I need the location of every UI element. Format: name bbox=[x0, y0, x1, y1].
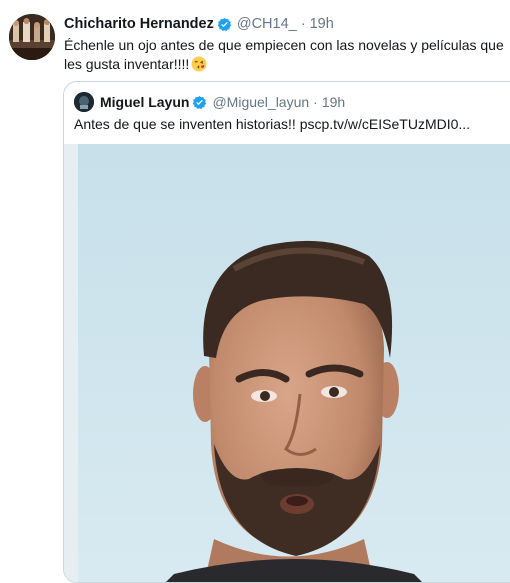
verified-badge-icon bbox=[217, 17, 232, 32]
verified-badge-icon bbox=[192, 95, 207, 110]
quoted-author-avatar[interactable] bbox=[74, 92, 94, 112]
quoted-tweet-text: Antes de que se inventen historias!! psc… bbox=[74, 116, 471, 132]
video-player[interactable] bbox=[64, 144, 510, 582]
author-name[interactable]: Chicharito Hernandez bbox=[64, 16, 214, 32]
quoted-tweet-card[interactable]: Miguel Layun @Miguel_layun · 19h Antes d… bbox=[63, 81, 510, 583]
separator-dot: · bbox=[300, 16, 306, 32]
tweet-body: Échenle un ojo antes de que empiecen con… bbox=[64, 36, 504, 74]
separator-dot: · bbox=[313, 94, 318, 110]
quoted-author-name[interactable]: Miguel Layun bbox=[100, 94, 189, 110]
tweet-timestamp[interactable]: 19h bbox=[310, 16, 334, 32]
author-handle[interactable]: @CH14_ bbox=[237, 16, 297, 32]
tweet-header: Chicharito Hernandez @CH14_ · 19h bbox=[64, 14, 334, 34]
kissing-face-emoji-icon bbox=[191, 56, 207, 72]
quoted-tweet-header: Miguel Layun @Miguel_layun · 19h bbox=[100, 92, 345, 112]
tweet: Chicharito Hernandez @CH14_ · 19h Échenl… bbox=[0, 0, 510, 583]
tweet-text: Échenle un ojo antes de que empiecen con… bbox=[64, 37, 504, 72]
author-avatar[interactable] bbox=[9, 14, 55, 60]
quoted-tweet-timestamp: 19h bbox=[321, 94, 346, 110]
quoted-author-handle[interactable]: @Miguel_layun bbox=[212, 94, 309, 110]
